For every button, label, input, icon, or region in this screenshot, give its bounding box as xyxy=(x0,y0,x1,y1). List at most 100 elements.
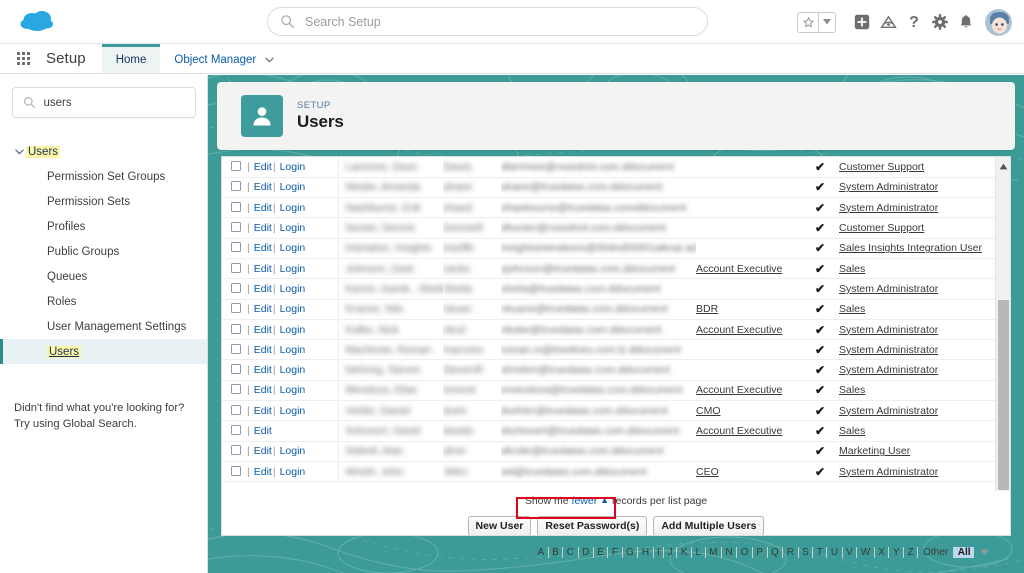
login-link[interactable]: Login xyxy=(280,384,306,396)
row-checkbox[interactable] xyxy=(231,303,241,314)
user-profile-link[interactable]: Marketing User xyxy=(839,445,910,457)
login-link[interactable]: Login xyxy=(280,161,306,173)
reset-passwords-button[interactable]: Reset Password(s) xyxy=(537,516,648,535)
user-role-link[interactable]: Account Executive xyxy=(696,384,782,396)
login-link[interactable]: Login xyxy=(280,445,306,457)
login-link[interactable]: Login xyxy=(280,303,306,315)
row-checkbox[interactable] xyxy=(231,425,241,435)
table-row[interactable]: | Edit| Login Machento, Roman marcnex roman.m… xyxy=(222,339,1010,361)
table-row[interactable]: | Edit| Login Karcio, Garek , Sheila Sheila s… xyxy=(222,278,1010,300)
edit-link[interactable]: Edit xyxy=(254,384,272,396)
login-link[interactable]: Login xyxy=(280,324,306,336)
global-search-box[interactable] xyxy=(267,7,708,36)
edit-link[interactable]: Edit xyxy=(254,242,272,254)
table-row[interactable]: | Edit| Login Nashburne, Erik ehaed ehaebourn… xyxy=(222,197,1010,219)
login-link[interactable]: Login xyxy=(280,222,306,234)
alpha-filter-o[interactable]: O xyxy=(737,546,753,558)
edit-link[interactable]: Edit xyxy=(254,222,272,234)
alpha-filter-n[interactable]: N xyxy=(722,546,738,558)
user-role-link[interactable]: CEO xyxy=(696,466,719,478)
user-full-name-cell[interactable]: Kolbe, Nick xyxy=(338,319,443,341)
user-profile-link[interactable]: Customer Support xyxy=(839,161,924,173)
user-full-name-cell[interactable]: Nashburne, Erik xyxy=(338,197,443,219)
table-row[interactable]: | Edit| Login Larrimee, Dave DaveL dlarrimee@… xyxy=(222,157,1010,178)
scroll-down-arrow-icon[interactable] xyxy=(980,545,989,559)
table-row[interactable]: | Edit Schonert, David davids dschonert@true… xyxy=(222,420,1010,442)
user-profile-link[interactable]: System Administrator xyxy=(839,344,938,356)
login-link[interactable]: Login xyxy=(280,364,306,376)
login-link[interactable]: Login xyxy=(280,405,306,417)
sidebar-item-permission-set-groups[interactable]: Permission Set Groups xyxy=(0,164,207,189)
row-checkbox[interactable] xyxy=(231,242,241,253)
sidebar-item-queues[interactable]: Queues xyxy=(0,264,207,289)
row-checkbox[interactable] xyxy=(231,364,241,375)
user-profile-link[interactable]: System Administrator xyxy=(839,283,938,295)
edit-link[interactable]: Edit xyxy=(254,161,272,173)
alpha-filter-h[interactable]: H xyxy=(638,546,654,558)
sidebar-item-users[interactable]: Users xyxy=(0,339,207,364)
table-row[interactable]: | Edit| Login Nieder, Amanda ahaee ahaee@true… xyxy=(222,177,1010,199)
table-row[interactable]: | Edit| Login Nunter, Dennis DennisR dhunter@… xyxy=(222,217,1010,239)
sidebar-item-public-groups[interactable]: Public Groups xyxy=(0,239,207,264)
login-link[interactable]: Login xyxy=(280,202,306,214)
alpha-filter-g[interactable]: G xyxy=(623,546,639,558)
user-full-name-cell[interactable]: Machento, Roman xyxy=(338,339,443,361)
alpha-filter-z[interactable]: Z xyxy=(904,546,919,558)
edit-link[interactable]: Edit xyxy=(254,344,272,356)
edit-link[interactable]: Edit xyxy=(254,466,272,478)
edit-link[interactable]: Edit xyxy=(254,445,272,457)
favorites-star-icon[interactable] xyxy=(798,12,819,32)
table-row[interactable]: | Edit| Login Sideell, Alan afcel afcolie@tru… xyxy=(222,441,1010,462)
login-link[interactable]: Login xyxy=(280,263,306,275)
add-icon[interactable] xyxy=(849,8,875,36)
edit-link[interactable]: Edit xyxy=(254,202,272,214)
user-full-name-cell[interactable]: Johnson, Zack xyxy=(338,258,443,280)
user-role-link[interactable]: CMO xyxy=(696,405,721,417)
user-full-name-cell[interactable]: Wristh, John xyxy=(338,461,443,483)
alpha-filter-x[interactable]: X xyxy=(875,546,890,558)
login-link[interactable]: Login xyxy=(280,344,306,356)
global-search-input[interactable] xyxy=(305,14,695,29)
sidebar-search-box[interactable] xyxy=(11,87,196,118)
alpha-filter-j[interactable]: J xyxy=(664,546,678,558)
edit-link[interactable]: Edit xyxy=(254,425,272,437)
edit-link[interactable]: Edit xyxy=(254,364,272,376)
user-profile-link[interactable]: System Administrator xyxy=(839,364,938,376)
new-user-button[interactable]: New User xyxy=(467,516,532,535)
user-avatar[interactable] xyxy=(985,8,1012,36)
alpha-filter-t[interactable]: T xyxy=(813,546,828,558)
user-profile-link[interactable]: System Administrator xyxy=(839,202,938,214)
user-profile-link[interactable]: Customer Support xyxy=(839,222,924,234)
login-link[interactable]: Login xyxy=(280,283,306,295)
notifications-bell-icon[interactable] xyxy=(953,8,979,36)
salesforce-cloud-logo[interactable] xyxy=(18,7,58,35)
login-link[interactable]: Login xyxy=(280,181,306,193)
alpha-filter-d[interactable]: D xyxy=(579,546,594,558)
user-role-link[interactable]: Account Executive xyxy=(696,324,782,336)
alpha-filter-e[interactable]: E xyxy=(594,546,609,558)
alpha-filter-v[interactable]: V xyxy=(843,546,858,558)
user-profile-link[interactable]: System Administrator xyxy=(839,324,938,336)
tab-home[interactable]: Home xyxy=(101,44,161,73)
user-profile-link[interactable]: System Administrator xyxy=(839,405,938,417)
login-link[interactable]: Login xyxy=(280,242,306,254)
user-role-link[interactable]: Account Executive xyxy=(696,425,782,437)
alpha-filter-l[interactable]: L xyxy=(692,546,706,558)
user-profile-link[interactable]: System Administrator xyxy=(839,466,938,478)
user-profile-link[interactable]: Sales xyxy=(839,263,865,275)
user-full-name-cell[interactable]: Kramer, Nilo xyxy=(338,299,443,320)
favorites-dropdown-icon[interactable] xyxy=(819,13,835,32)
alpha-filter-a[interactable]: A xyxy=(534,546,549,558)
add-multiple-users-button[interactable]: Add Multiple Users xyxy=(653,516,765,535)
edit-link[interactable]: Edit xyxy=(254,303,272,315)
app-launcher-waffle-icon[interactable] xyxy=(0,44,46,73)
sidebar-item-roles[interactable]: Roles xyxy=(0,289,207,314)
user-full-name-cell[interactable]: Sideell, Alan xyxy=(338,441,443,462)
row-checkbox[interactable] xyxy=(231,222,241,233)
edit-link[interactable]: Edit xyxy=(254,263,272,275)
row-checkbox[interactable] xyxy=(231,160,241,171)
user-full-name-cell[interactable]: Vehler, Daniel xyxy=(338,400,443,422)
edit-link[interactable]: Edit xyxy=(254,324,272,336)
alpha-filter-q[interactable]: Q xyxy=(768,546,784,558)
user-full-name-cell[interactable]: Karcio, Garek , Sheila xyxy=(338,278,443,300)
